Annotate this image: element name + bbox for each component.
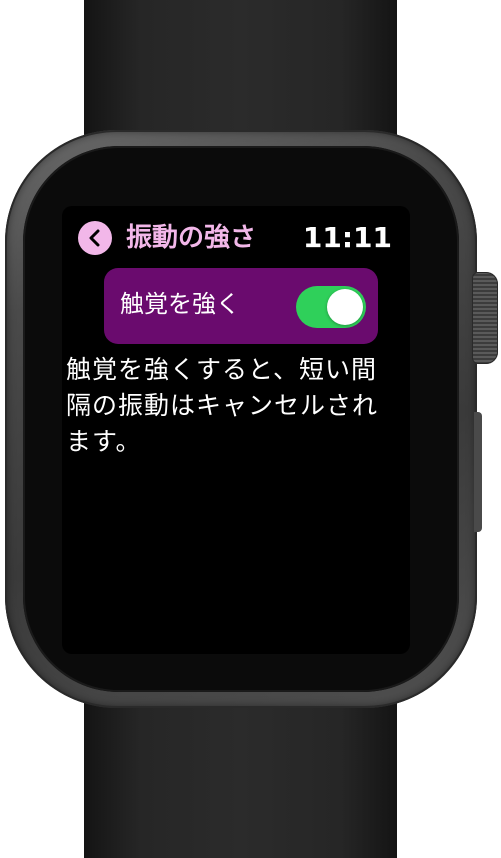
top-bar: 振動の強さ 11:11 — [78, 218, 394, 258]
watch-frame: 振動の強さ 11:11 触覚を強く 触覚を強くすると、短い間隔の振動はキャンセル… — [0, 0, 501, 858]
haptic-strong-toggle-row[interactable]: 触覚を強く — [104, 268, 378, 344]
toggle-label: 触覚を強く — [120, 290, 240, 318]
chevron-left-icon — [89, 229, 100, 247]
back-button[interactable] — [78, 221, 112, 255]
watch-screen: 振動の強さ 11:11 触覚を強く 触覚を強くすると、短い間隔の振動はキャンセル… — [62, 206, 410, 654]
clock-time: 11:11 — [302, 221, 392, 254]
description-text: 触覚を強くすると、短い間隔の振動はキャンセルされます。 — [66, 355, 379, 456]
side-button[interactable] — [474, 412, 482, 532]
switch-knob — [327, 289, 363, 325]
page-title: 振動の強さ — [126, 223, 257, 253]
haptic-strong-switch[interactable] — [296, 286, 366, 328]
digital-crown[interactable] — [472, 272, 498, 364]
